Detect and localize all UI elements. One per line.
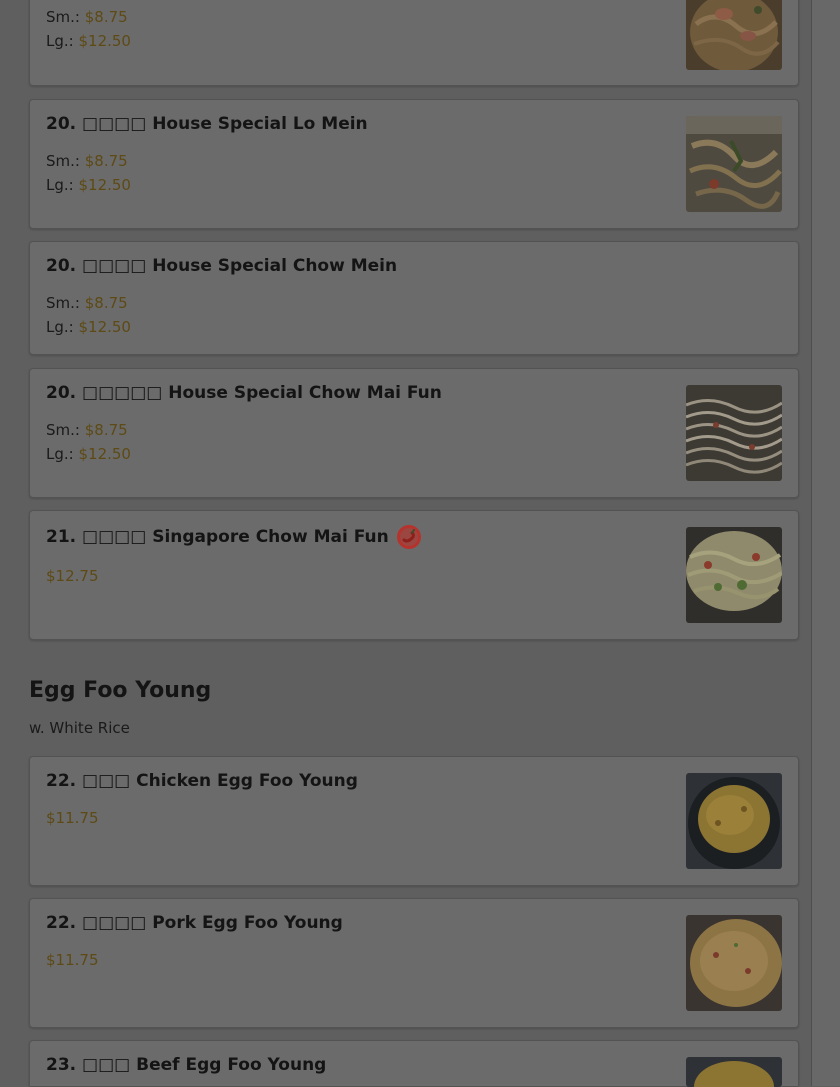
- item-title: 23. □□□ Beef Egg Foo Young: [46, 1055, 327, 1075]
- dish-photo[interactable]: [686, 773, 782, 869]
- dish-photo[interactable]: [686, 385, 782, 481]
- item-price: $11.75: [46, 809, 99, 827]
- item-title: 21. □□□□ Singapore Chow Mai Fun: [46, 527, 389, 547]
- dish-photo[interactable]: [686, 915, 782, 1011]
- section-subtitle: w. White Rice: [29, 719, 130, 737]
- large-price: Lg.: $12.50: [46, 176, 131, 194]
- menu-item-card[interactable]: 20. □□□□□ House Special Chow Mai Fun Sm.…: [29, 368, 799, 498]
- item-price: $12.75: [46, 567, 99, 585]
- small-price: Sm.: $8.75: [46, 152, 128, 170]
- dish-photo[interactable]: [686, 1057, 782, 1087]
- menu-item-card[interactable]: 20. □□□□ House Special Chow Mein Sm.: $8…: [29, 241, 799, 355]
- item-title: 20. □□□□□ House Special Chow Mai Fun: [46, 383, 442, 403]
- menu-item-card[interactable]: 20. □□□□ House Special Lo Mein Sm.: $8.7…: [29, 99, 799, 229]
- large-price: Lg.: $12.50: [46, 445, 131, 463]
- large-price: Lg.: $12.50: [46, 32, 131, 50]
- menu-item-card[interactable]: Sm.: $8.75 Lg.: $12.50: [29, 0, 799, 86]
- small-price: Sm.: $8.75: [46, 421, 128, 439]
- menu-item-card[interactable]: 21. □□□□ Singapore Chow Mai Fun $12.75: [29, 510, 799, 640]
- small-price: Sm.: $8.75: [46, 8, 128, 26]
- section-title: Egg Foo Young: [29, 678, 212, 703]
- small-price: Sm.: $8.75: [46, 294, 128, 312]
- dish-photo[interactable]: [686, 0, 782, 70]
- menu-item-card[interactable]: 22. □□□ Chicken Egg Foo Young $11.75: [29, 756, 799, 886]
- item-title: 20. □□□□ House Special Lo Mein: [46, 114, 368, 134]
- dish-photo[interactable]: [686, 116, 782, 212]
- dish-photo[interactable]: [686, 527, 782, 623]
- chili-pepper-icon: [396, 525, 421, 549]
- item-price: $11.75: [46, 951, 99, 969]
- menu-item-card[interactable]: 23. □□□ Beef Egg Foo Young: [29, 1040, 799, 1087]
- item-title-row: 21. □□□□ Singapore Chow Mai Fun: [46, 525, 421, 549]
- scrollbar[interactable]: [811, 0, 840, 1086]
- item-title: 20. □□□□ House Special Chow Mein: [46, 256, 398, 276]
- item-title: 22. □□□ Chicken Egg Foo Young: [46, 771, 358, 791]
- item-title: 22. □□□□ Pork Egg Foo Young: [46, 913, 343, 933]
- large-price: Lg.: $12.50: [46, 318, 131, 336]
- menu-item-card[interactable]: 22. □□□□ Pork Egg Foo Young $11.75: [29, 898, 799, 1028]
